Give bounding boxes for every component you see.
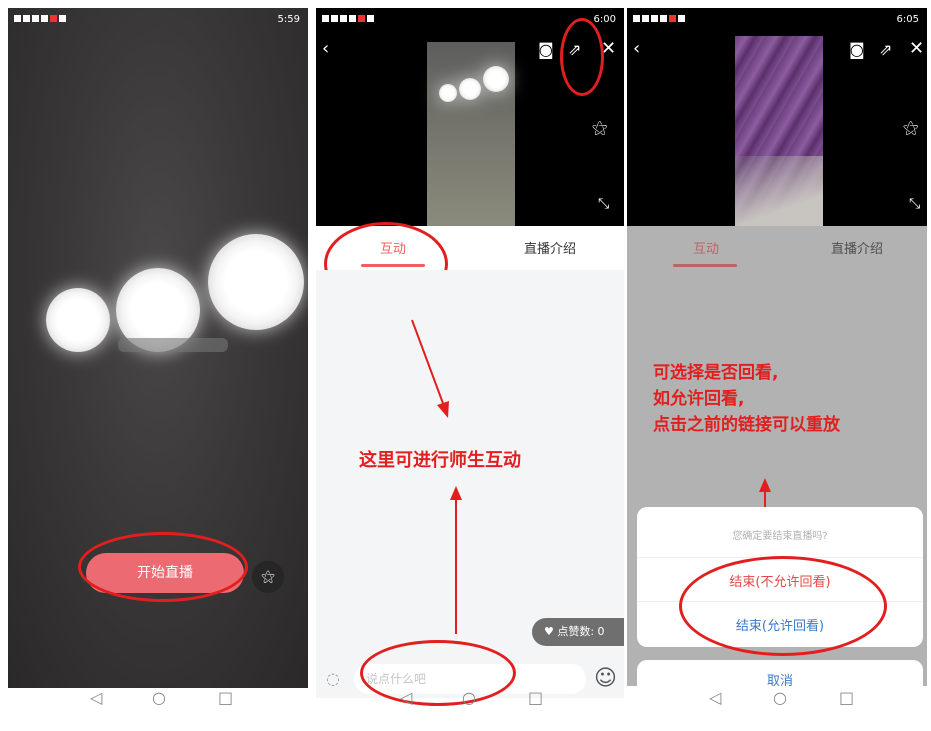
lamp-fixture xyxy=(118,338,228,352)
highlight-circle xyxy=(679,556,887,656)
recents-icon[interactable]: □ xyxy=(218,688,233,707)
home-icon[interactable]: ○ xyxy=(773,688,787,707)
status-time: 5:59 xyxy=(277,14,300,25)
back-icon[interactable]: ◁ xyxy=(400,688,412,707)
highlight-circle xyxy=(78,532,248,602)
heart-icon: ♥ xyxy=(544,625,558,638)
back-icon[interactable]: ◁ xyxy=(90,688,102,707)
home-icon[interactable]: ○ xyxy=(152,688,166,707)
annotation-text: 这里可进行师生互动 xyxy=(359,450,521,471)
system-nav-bar: ◁ ○ □ xyxy=(8,686,308,708)
likes-counter: ♥ 点赞数: 0 xyxy=(532,618,624,646)
home-icon[interactable]: ○ xyxy=(462,688,476,707)
back-icon[interactable]: ◁ xyxy=(709,688,721,707)
phone-screen-end-live: 6:05 ‹ ◙ ⇗ ✕ ⚝ ⤡ 互动 直播介绍 可选择是否回看, 如允许回看,… xyxy=(627,8,927,708)
dialog-prompt: 您确定要结束直播吗? xyxy=(732,531,828,542)
likes-label: 点赞数: 0 xyxy=(557,625,605,638)
system-nav-bar: ◁ ○ □ xyxy=(627,686,927,708)
recents-icon[interactable]: □ xyxy=(528,688,543,707)
beauty-filter-icon[interactable]: ⚝ xyxy=(252,561,284,593)
annotation-arrows xyxy=(411,319,462,634)
status-icons xyxy=(14,13,68,24)
phone-screen-start-live: 5:59 开始直播 ⚝ ◁ ○ □ xyxy=(8,8,308,708)
status-bar: 5:59 xyxy=(8,8,308,32)
lamp-light xyxy=(46,288,110,352)
system-nav-bar: ◁ ○ □ xyxy=(316,686,624,708)
recents-icon[interactable]: □ xyxy=(839,688,854,707)
phone-screen-live-interaction: 6:00 ‹ ◙ ⇗ ✕ ⚝ ⤡ 互动 直播介绍 这里可进行师生互动 ♥ 点赞数… xyxy=(316,8,624,708)
lamp-light xyxy=(208,234,304,330)
